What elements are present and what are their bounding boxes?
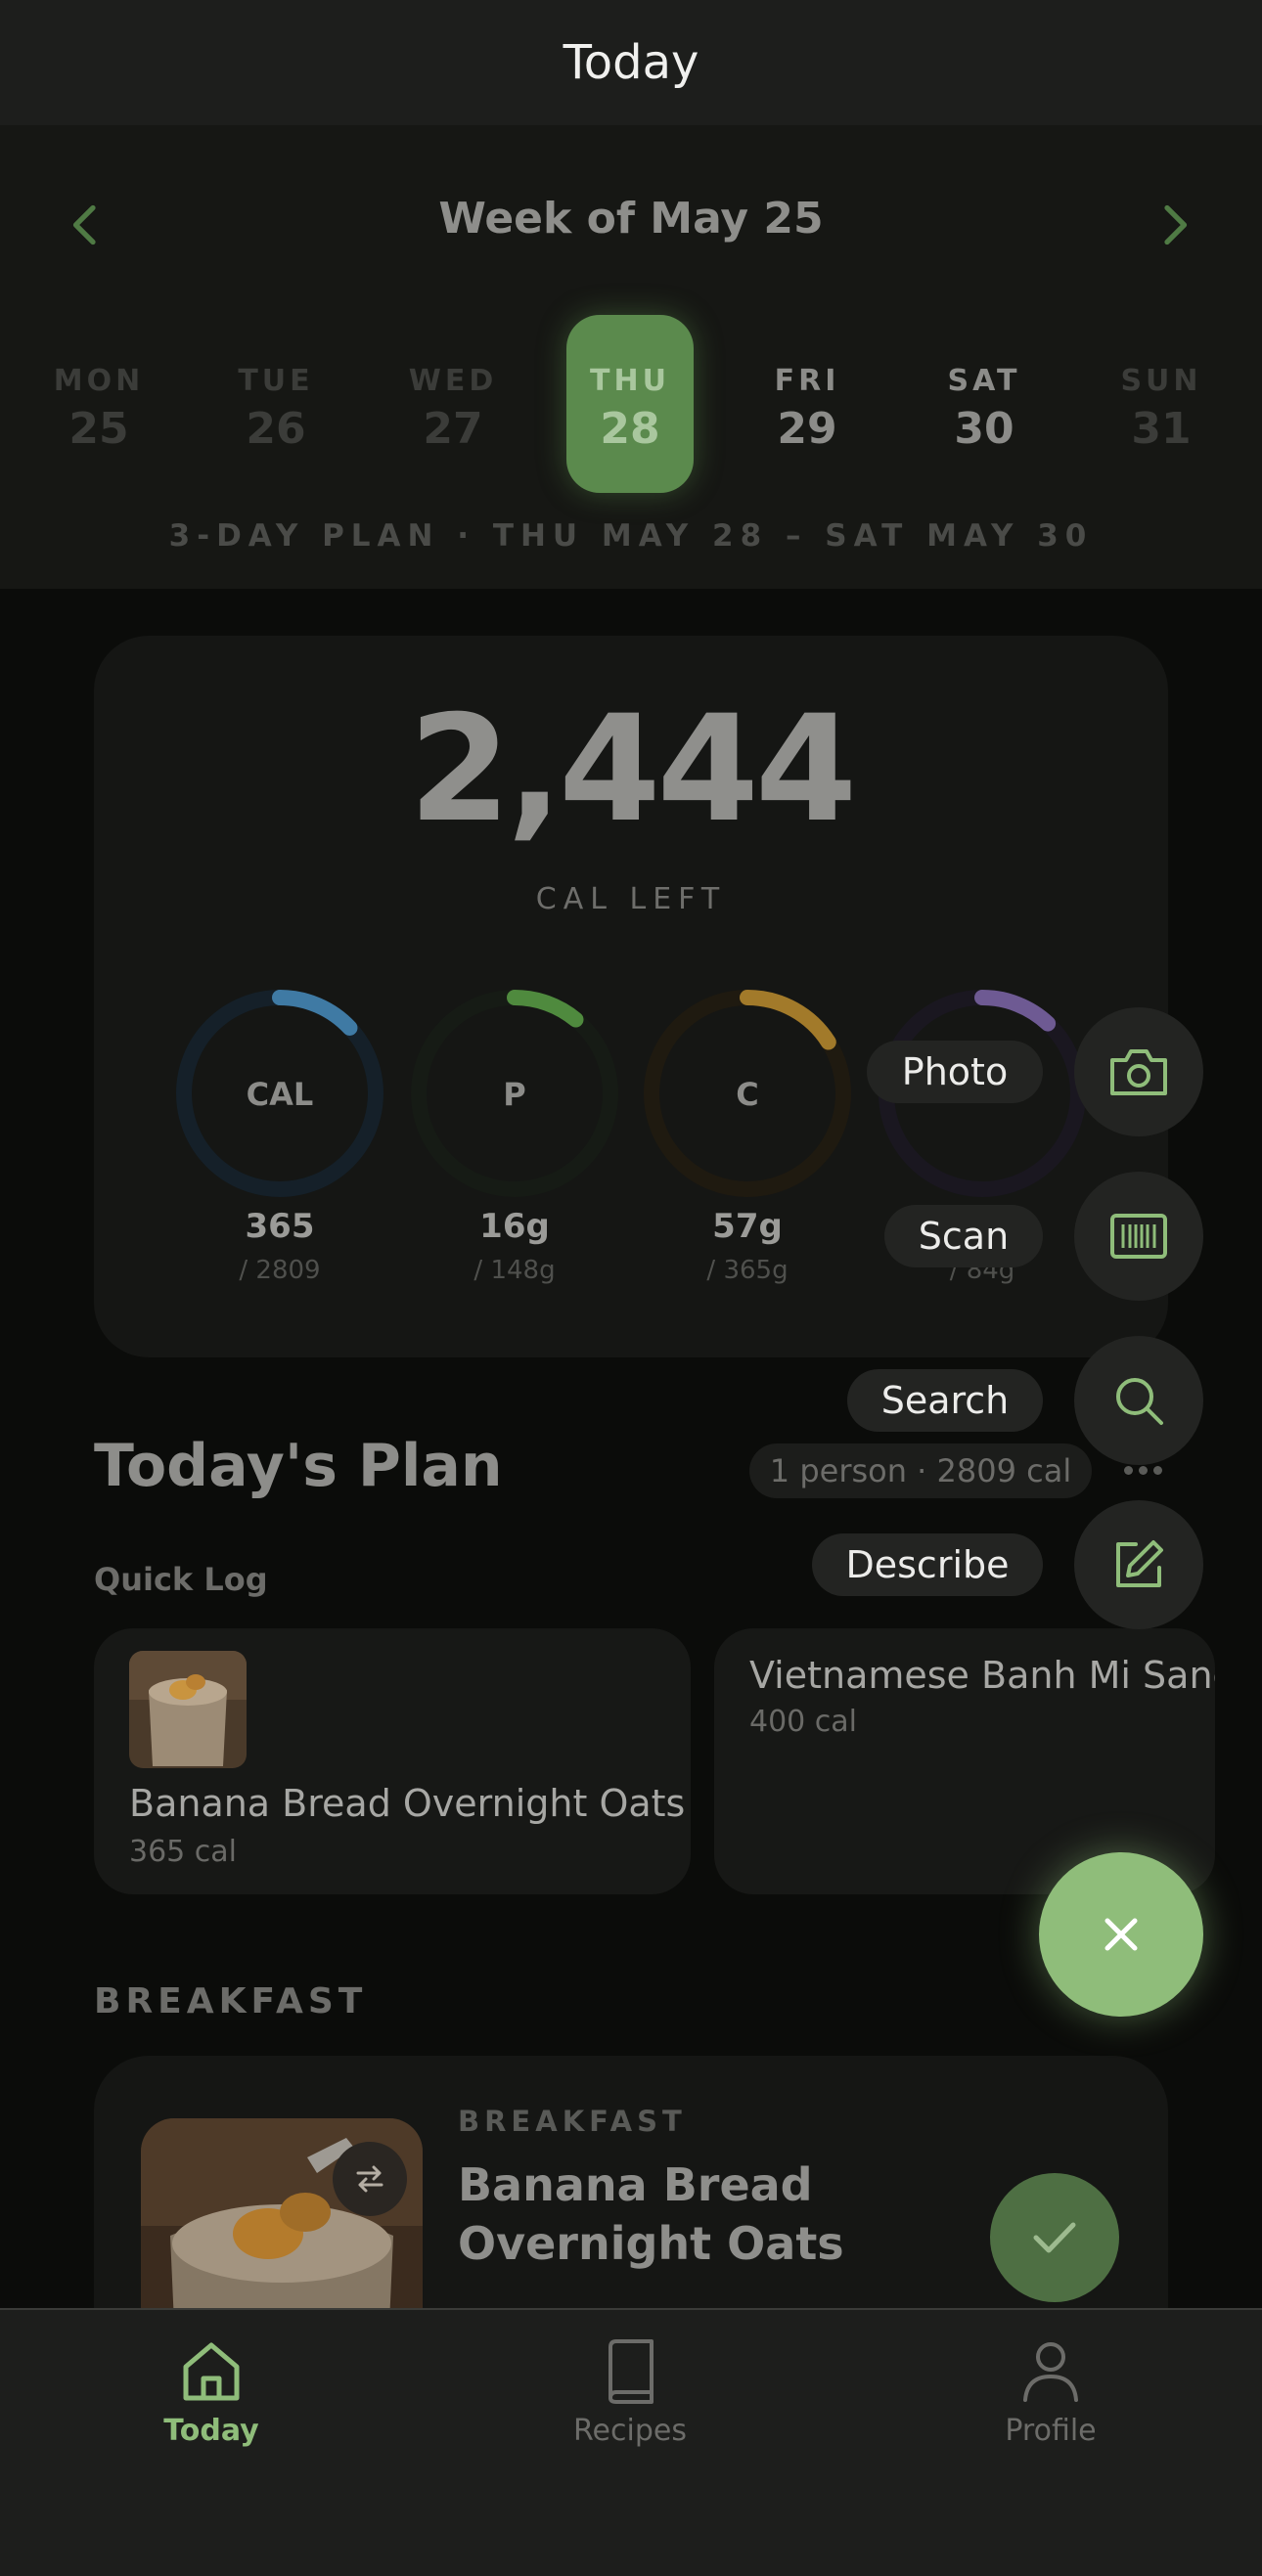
top-bar: Today bbox=[0, 0, 1262, 125]
meal-name: Banana Bread Overnight Oats bbox=[458, 2158, 844, 2270]
day-thu-selected[interactable]: THU 28 bbox=[566, 315, 694, 493]
day-fri[interactable]: FRI 29 bbox=[744, 315, 871, 493]
quick-log-item-name: Banana Bread Overnight Oats bbox=[129, 1782, 686, 1825]
page-title: Today bbox=[563, 35, 699, 90]
plan-title: Today's Plan bbox=[94, 1432, 503, 1500]
nav-today-label: Today bbox=[163, 2414, 259, 2448]
day-wed[interactable]: WED 27 bbox=[389, 315, 517, 493]
book-icon bbox=[608, 2339, 654, 2404]
photo-option-button[interactable] bbox=[1074, 1007, 1203, 1136]
quick-log-item-cal: 400 cal bbox=[749, 1705, 858, 1739]
search-icon bbox=[1116, 1378, 1163, 1425]
scan-option-label[interactable]: Scan bbox=[884, 1205, 1043, 1267]
day-mon[interactable]: MON 25 bbox=[35, 315, 162, 493]
carbs-goal: / 365g bbox=[706, 1256, 789, 1285]
meal-type-label: BREAKFAST bbox=[458, 2105, 687, 2138]
camera-icon bbox=[1110, 1049, 1167, 1095]
nav-today[interactable]: Today bbox=[84, 2337, 338, 2448]
quick-log-item-cal: 365 cal bbox=[129, 1835, 238, 1869]
nav-recipes-label: Recipes bbox=[573, 2414, 687, 2448]
carbs-value: 57g bbox=[712, 1207, 783, 1246]
close-icon bbox=[1104, 1918, 1138, 1951]
swap-meal-button[interactable] bbox=[333, 2142, 407, 2216]
food-thumbnail bbox=[129, 1651, 247, 1768]
calories-left-label: CAL LEFT bbox=[535, 882, 727, 916]
search-option-label[interactable]: Search bbox=[847, 1369, 1043, 1432]
day-sat[interactable]: SAT 30 bbox=[921, 315, 1048, 493]
calories-goal: / 2809 bbox=[239, 1256, 321, 1285]
calories-ring-label: CAL bbox=[246, 1076, 314, 1113]
nav-recipes[interactable]: Recipes bbox=[503, 2337, 757, 2448]
swap-icon bbox=[356, 2165, 383, 2193]
chevron-right-icon bbox=[1164, 204, 1188, 245]
check-icon bbox=[1033, 2222, 1076, 2253]
servings-pill[interactable]: 1 person · 2809 cal bbox=[749, 1443, 1092, 1498]
protein-goal: / 148g bbox=[473, 1256, 556, 1285]
day-sun[interactable]: SUN 31 bbox=[1098, 315, 1225, 493]
quick-log-label: Quick Log bbox=[94, 1561, 268, 1598]
nav-profile[interactable]: Profile bbox=[924, 2337, 1178, 2448]
nav-profile-label: Profile bbox=[1005, 2414, 1097, 2448]
close-add-menu-button[interactable] bbox=[1039, 1852, 1203, 2017]
profile-icon bbox=[1023, 2342, 1078, 2402]
week-title: Week of May 25 bbox=[438, 194, 824, 244]
photo-option-label[interactable]: Photo bbox=[867, 1041, 1043, 1103]
mark-eaten-button[interactable] bbox=[990, 2173, 1119, 2302]
barcode-icon bbox=[1110, 1214, 1167, 1259]
calories-left-value: 2,444 bbox=[408, 685, 857, 855]
next-week-button[interactable] bbox=[1145, 196, 1203, 254]
home-icon bbox=[183, 2342, 240, 2401]
search-option-button[interactable] bbox=[1074, 1336, 1203, 1465]
quick-log-item-name: Vietnamese Banh Mi Sandwich bbox=[749, 1654, 1215, 1697]
protein-value: 16g bbox=[479, 1207, 550, 1246]
carbs-ring-label: C bbox=[736, 1076, 759, 1113]
protein-ring-label: P bbox=[503, 1076, 526, 1113]
plan-range-label: 3-DAY PLAN · THU MAY 28 – SAT MAY 30 bbox=[168, 518, 1094, 554]
scan-option-button[interactable] bbox=[1074, 1172, 1203, 1301]
describe-option-label[interactable]: Describe bbox=[812, 1533, 1043, 1596]
calories-value: 365 bbox=[245, 1207, 315, 1246]
describe-option-button[interactable] bbox=[1074, 1500, 1203, 1629]
edit-icon bbox=[1116, 1540, 1163, 1587]
day-tue[interactable]: TUE 26 bbox=[212, 315, 339, 493]
breakfast-section-header: BREAKFAST bbox=[94, 1981, 368, 2021]
